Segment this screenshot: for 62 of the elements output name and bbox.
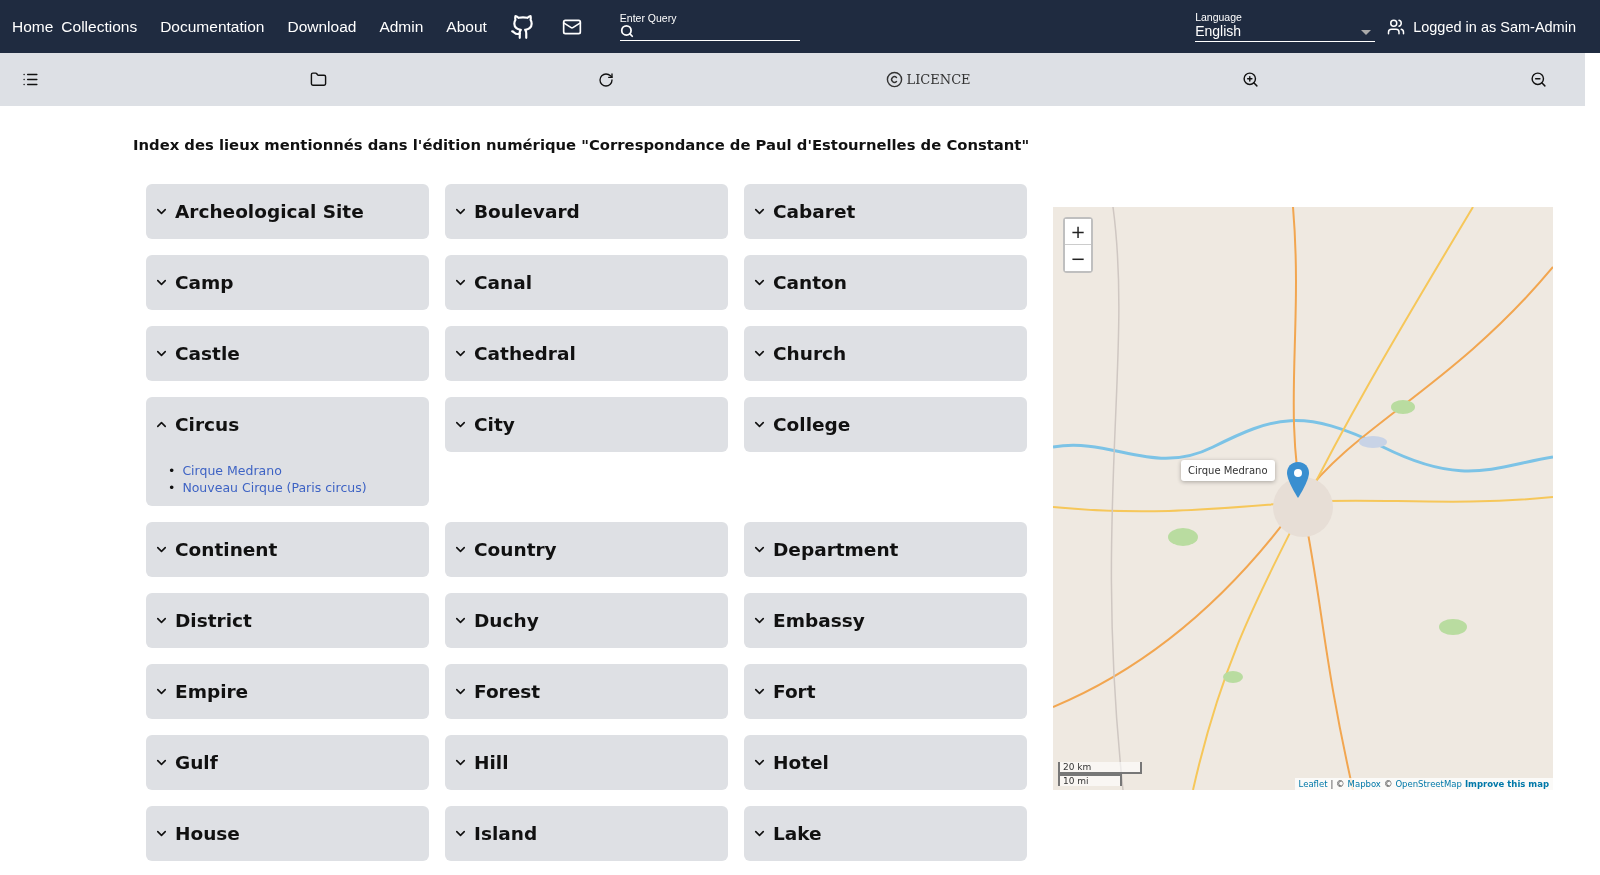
zoom-in-icon[interactable] [1241, 71, 1259, 88]
nav-link[interactable]: Admin [379, 17, 424, 36]
category-toggle[interactable]: Cathedral [453, 326, 576, 381]
nav-link[interactable]: Collections [61, 17, 138, 36]
category-toggle[interactable]: Camp [154, 255, 234, 310]
scale-bar: 10 mi [1058, 774, 1122, 786]
category-toggle[interactable]: Island [453, 806, 538, 861]
licence-link[interactable]: LICENCE [885, 71, 971, 88]
list-icon[interactable] [22, 71, 39, 88]
zoom-in-button[interactable]: + [1065, 219, 1091, 245]
map-popup: Cirque Medrano [1181, 460, 1275, 481]
place-link[interactable]: Nouveau Cirque (Paris circus) [182, 479, 367, 496]
search-icon [619, 24, 634, 38]
language-select[interactable]: Language English [1195, 11, 1376, 42]
category-toggle[interactable]: Lake [752, 806, 822, 861]
category-toggle[interactable]: House [154, 806, 240, 861]
category-toggle[interactable]: Embassy [752, 593, 865, 648]
scale-bar: 20 km [1058, 762, 1142, 774]
bullet: • [168, 479, 176, 496]
category-toggle[interactable]: Canton [752, 255, 847, 310]
nav-link[interactable]: Documentation [160, 17, 265, 36]
users-icon [1387, 17, 1406, 36]
user-label: Logged in as Sam-Admin [1413, 18, 1576, 35]
category-toggle[interactable]: Castle [154, 326, 240, 381]
category-toggle[interactable]: Gulf [154, 735, 218, 790]
category-toggle[interactable]: Country [453, 522, 557, 577]
category-toggle[interactable]: Cabaret [752, 184, 856, 239]
category-toggle[interactable]: Hotel [752, 735, 829, 790]
bullet: • [168, 462, 176, 479]
category-toggle[interactable]: Church [752, 326, 847, 381]
category-toggle[interactable]: City [453, 397, 515, 452]
category-toggle[interactable]: Hill [453, 735, 509, 790]
nav-link[interactable]: Download [287, 17, 357, 36]
category-toggle[interactable]: Fort [752, 664, 816, 719]
category-toggle[interactable]: Boulevard [453, 184, 580, 239]
category-toggle[interactable]: Circus [154, 397, 240, 452]
category-toggle[interactable]: District [154, 593, 252, 648]
place-link[interactable]: Cirque Medrano [182, 462, 282, 479]
category-toggle[interactable]: Forest [453, 664, 541, 719]
category-toggle[interactable]: Canal [453, 255, 533, 310]
folder-icon[interactable] [310, 71, 328, 88]
attribution-link[interactable]: Mapbox [1347, 779, 1381, 789]
category-toggle[interactable]: College [752, 397, 851, 452]
attribution-link[interactable]: OpenStreetMap [1395, 779, 1462, 789]
nav-link[interactable]: About [446, 17, 487, 36]
category-toggle[interactable]: Continent [154, 522, 278, 577]
zoom-out-icon[interactable] [1529, 71, 1547, 88]
category-toggle[interactable]: Archeological Site [154, 184, 364, 239]
category-toggle[interactable]: Empire [154, 664, 249, 719]
attribution-text: | © [1330, 779, 1345, 789]
map-marker-icon[interactable] [1287, 462, 1309, 498]
improve-map-link[interactable]: Improve this map [1464, 779, 1549, 789]
github-icon[interactable] [509, 13, 536, 40]
attribution-text: © [1383, 779, 1393, 789]
copyright-icon [885, 71, 903, 88]
page-heading: Index des lieux mentionnés dans l'édition numérique "Correspondance de Paul d'Estournelles de Constant" [133, 136, 1031, 153]
search-field[interactable]: Enter Query [619, 12, 800, 41]
nav-link[interactable]: Home [12, 17, 54, 36]
category-toggle[interactable]: Duchy [453, 593, 539, 648]
category-toggle[interactable]: Department [752, 522, 899, 577]
attribution-link[interactable]: Leaflet [1298, 779, 1328, 789]
refresh-icon[interactable] [598, 71, 615, 88]
